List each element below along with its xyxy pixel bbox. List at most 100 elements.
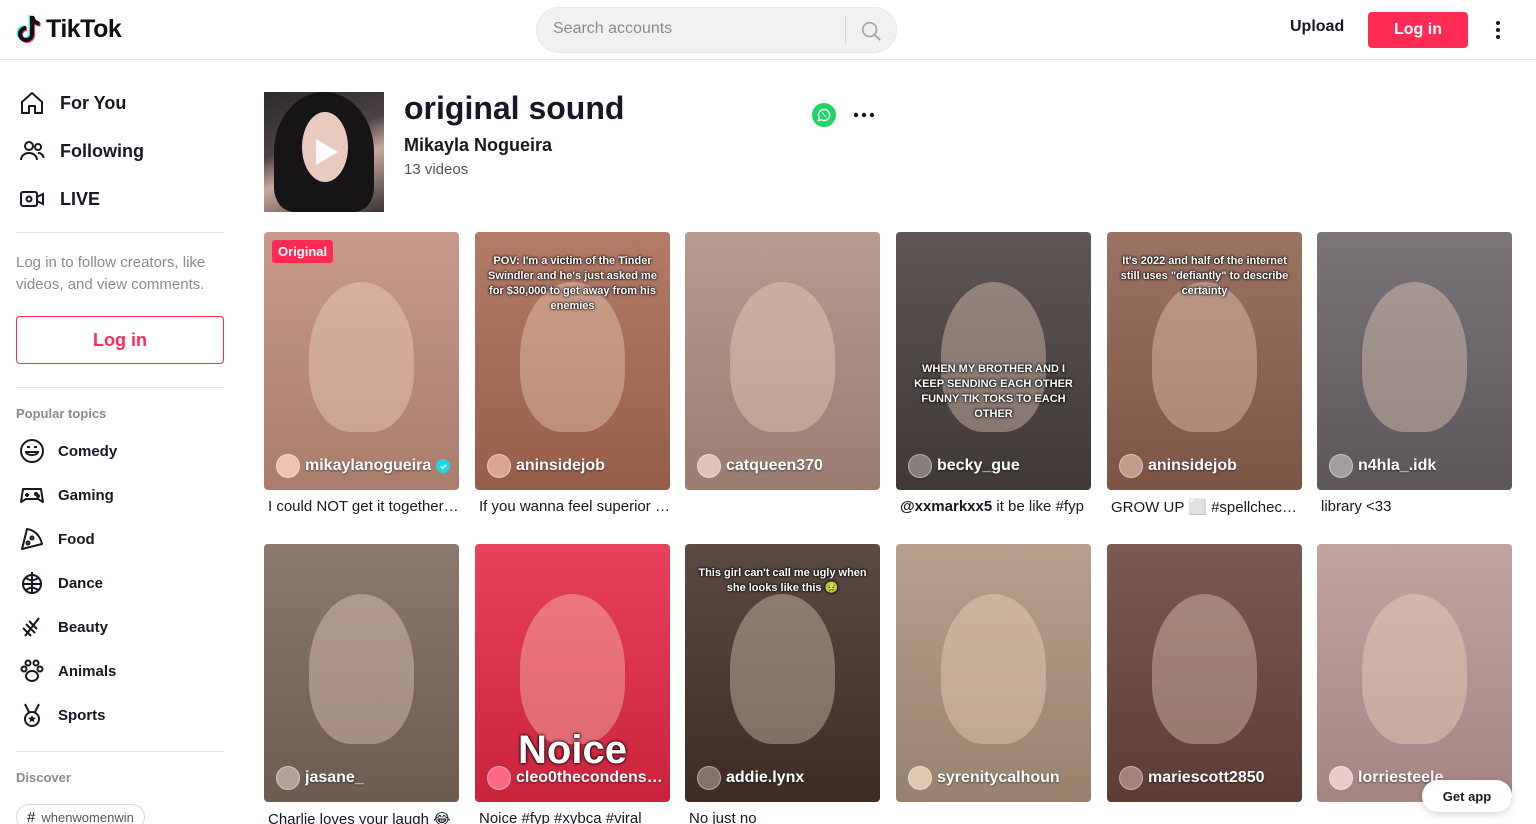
sidebar: For You Following LIVE Log in to follow … <box>0 61 240 824</box>
sports-icon <box>18 701 46 729</box>
video-card[interactable]: catqueen370 <box>685 232 880 490</box>
more-menu-button[interactable] <box>1486 18 1510 42</box>
topic-label: Dance <box>58 574 104 592</box>
topic-label: Animals <box>58 662 117 680</box>
get-app-button[interactable]: Get app <box>1422 780 1512 812</box>
video-author[interactable]: syrenitycalhoun <box>908 766 1060 790</box>
video-author[interactable]: mariescott2850 <box>1119 766 1265 790</box>
share-more-button[interactable] <box>852 103 876 127</box>
video-card[interactable]: mariescott2850 <box>1107 544 1302 802</box>
author-name: cleo0thecondensedmilk <box>516 769 665 786</box>
sound-author-link[interactable]: Mikayla Nogueira <box>404 135 552 156</box>
video-thumbnail <box>941 594 1046 744</box>
gaming-icon <box>18 481 46 509</box>
video-author[interactable]: mikaylanogueira <box>276 454 451 478</box>
avatar <box>487 454 511 478</box>
video-thumbnail <box>1362 282 1467 432</box>
avatar <box>908 766 932 790</box>
nav-following[interactable]: Following <box>16 135 144 167</box>
video-card[interactable]: jasane_ <box>264 544 459 802</box>
login-button[interactable]: Log in <box>1368 12 1468 48</box>
video-author[interactable]: cleo0thecondensedmilk <box>487 766 665 790</box>
video-count: 13 videos <box>404 161 469 178</box>
topic-dance[interactable]: Dance <box>18 569 103 597</box>
author-name: mariescott2850 <box>1148 769 1265 786</box>
video-card[interactable]: lorriesteele <box>1317 544 1512 802</box>
video-caption[interactable]: No just no <box>689 810 880 824</box>
topic-animals[interactable]: Animals <box>18 657 116 685</box>
caption-text: Charlie loves your laugh 😂 <box>268 811 451 824</box>
nav-for-you[interactable]: For You <box>16 87 126 119</box>
video-card[interactable]: This girl can't call me ugly when she lo… <box>685 544 880 802</box>
video-author[interactable]: aninsidejob <box>487 454 605 478</box>
search-input[interactable] <box>553 20 843 38</box>
search-button[interactable] <box>853 17 889 45</box>
sound-title: original sound <box>404 90 625 126</box>
nav-live[interactable]: LIVE <box>16 183 100 215</box>
discover-tag[interactable]: # whenwomenwin <box>16 804 145 824</box>
video-caption[interactable]: GROW UP ⬜ #spellcheck #fyp <box>1111 498 1302 516</box>
caption-mention[interactable]: @xxmarkxx5 <box>900 498 992 515</box>
video-thumbnail <box>1152 594 1257 744</box>
topic-label: Gaming <box>58 486 114 504</box>
video-card[interactable]: It's 2022 and half of the internet still… <box>1107 232 1302 490</box>
video-caption[interactable]: Noice #fyp #xybca #viral <box>479 810 670 824</box>
video-overlay-text: POV: I'm a victim of the Tinder Swindler… <box>488 255 657 312</box>
caption-text: GROW UP ⬜ #spellcheck #fyp <box>1111 499 1302 516</box>
avatar <box>276 766 300 790</box>
video-caption[interactable]: @xxmarkxx5 it be like #fyp <box>900 498 1091 515</box>
hashtag-icon: # <box>27 808 36 824</box>
avatar <box>487 766 511 790</box>
video-caption[interactable]: Charlie loves your laugh 😂 <box>268 810 459 824</box>
home-icon <box>16 87 48 119</box>
topic-food[interactable]: Food <box>18 525 95 553</box>
sidebar-divider <box>16 751 224 752</box>
video-card[interactable]: Noicecleo0thecondensedmilk <box>475 544 670 802</box>
sidebar-login-button[interactable]: Log in <box>16 316 224 364</box>
whatsapp-share-button[interactable] <box>812 103 836 127</box>
tag-label: whenwomenwin <box>41 809 134 824</box>
topic-label: Beauty <box>58 618 109 636</box>
video-thumbnail <box>520 594 625 744</box>
video-overlay-text: It's 2022 and half of the internet still… <box>1120 255 1289 297</box>
sidebar-divider <box>16 387 224 388</box>
login-hint: Log in to follow creators, like videos, … <box>16 254 206 293</box>
topic-beauty[interactable]: Beauty <box>18 613 108 641</box>
video-author[interactable]: catqueen370 <box>697 454 823 478</box>
video-overlay-text: This girl can't call me ugly when she lo… <box>698 567 867 594</box>
video-caption[interactable]: I could NOT get it together with this pr… <box>268 498 459 515</box>
video-card[interactable]: POV: I'm a victim of the Tinder Swindler… <box>475 232 670 490</box>
video-author[interactable]: n4hla_.idk <box>1329 454 1436 478</box>
avatar <box>1329 454 1353 478</box>
video-caption[interactable]: If you wanna feel superior to someone <box>479 498 670 515</box>
video-card[interactable]: syrenitycalhoun <box>896 544 1091 802</box>
original-badge: Original <box>272 240 334 263</box>
video-author[interactable]: addie.lynx <box>697 766 804 790</box>
video-card[interactable]: n4hla_.idk <box>1317 232 1512 490</box>
avatar <box>697 454 721 478</box>
topic-sports[interactable]: Sports <box>18 701 106 729</box>
caption-text: Noice #fyp #xybca #viral <box>479 810 642 824</box>
comedy-icon <box>18 437 46 465</box>
video-thumbnail <box>1362 594 1467 744</box>
video-author[interactable]: aninsidejob <box>1119 454 1237 478</box>
search-divider <box>845 17 846 45</box>
video-card[interactable]: Original mikaylanogueira <box>264 232 459 490</box>
author-name: becky_gue <box>937 457 1020 474</box>
sound-cover[interactable] <box>264 92 384 212</box>
more-horizontal-icon <box>853 112 875 118</box>
avatar <box>697 766 721 790</box>
topic-comedy[interactable]: Comedy <box>18 437 117 465</box>
author-name: jasane_ <box>305 769 364 786</box>
video-author[interactable]: jasane_ <box>276 766 364 790</box>
topic-gaming[interactable]: Gaming <box>18 481 114 509</box>
video-caption[interactable]: library <33 <box>1321 498 1512 515</box>
video-thumbnail <box>730 282 835 432</box>
video-card[interactable]: WHEN MY BROTHER AND I KEEP SENDING EACH … <box>896 232 1091 490</box>
video-thumbnail <box>309 594 414 744</box>
video-thumbnail <box>730 594 835 744</box>
nav-label: LIVE <box>60 188 101 209</box>
upload-link[interactable]: Upload <box>1290 18 1344 36</box>
video-author[interactable]: becky_gue <box>908 454 1020 478</box>
tiktok-logo[interactable]: TikTok <box>16 14 122 44</box>
